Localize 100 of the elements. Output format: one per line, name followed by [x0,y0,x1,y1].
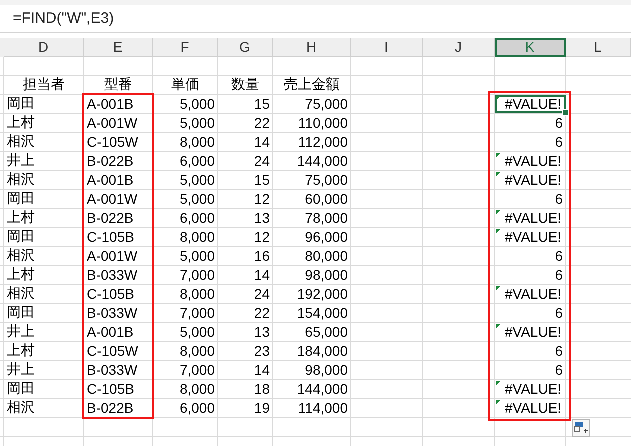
error-indicator-icon[interactable] [496,286,501,291]
table-cell-text: C-105B [86,228,136,246]
table-cell-text: 岡田 [6,95,36,113]
table-cell-text: 75,000 [304,171,349,189]
table-cell-text: 14 [253,266,271,284]
table-cell[interactable]: 6 [495,190,566,208]
table-cell-text: 60,000 [304,190,349,208]
table-cell-text: 8,000 [178,285,216,303]
table-cell-text: 23 [253,342,271,360]
table-cell[interactable]: #VALUE! [495,171,566,189]
table-cell[interactable]: 6 [495,304,566,322]
table-cell-text: 7,000 [178,266,216,284]
table-cell-text: 8,000 [178,228,216,246]
table-cell-text: 15 [253,95,271,113]
table-cell[interactable]: 6 [495,247,566,265]
table-cell-text: 6,000 [178,399,216,417]
table-cell-text: 14 [253,133,271,151]
formula-text[interactable]: =FIND("W",E3) [13,10,114,27]
table-cell[interactable]: #VALUE! [495,152,566,170]
error-indicator-icon[interactable] [496,229,501,234]
table-cell-text: 16 [253,247,271,265]
table-cell-text: A-001W [86,247,139,265]
table-cell-text: 192,000 [296,285,349,303]
table-cell-text: 5,000 [178,171,216,189]
column-header[interactable]: J [423,38,495,57]
table-cell-text: 8,000 [178,380,216,398]
error-indicator-icon[interactable] [496,381,501,386]
column-header[interactable]: D [4,38,84,57]
table-cell-text: 110,000 [297,114,349,132]
table-cell-text: 7,000 [178,304,216,322]
table-cell[interactable]: #VALUE! [495,209,566,227]
table-header-cell-text: 数量 [230,76,260,94]
column-header[interactable]: I [351,38,423,57]
table-cell-text: 22 [253,304,271,322]
table-cell[interactable]: 6 [495,114,566,132]
table-cell-text: 184,000 [296,342,349,360]
table-cell-text: 6,000 [178,152,216,170]
table-cell-text: 相沢 [6,247,36,265]
fill-handle[interactable] [562,109,569,116]
error-indicator-icon[interactable] [496,210,501,215]
table-cell-text: 5,000 [178,323,216,341]
table-cell[interactable]: #VALUE! [495,228,566,246]
table-cell-text: 相沢 [6,399,36,417]
table-cell-text: A-001B [86,95,135,113]
table-cell-text: 144,000 [296,380,349,398]
table-header-cell-text: 型番 [104,76,134,94]
table-cell-text: 24 [253,152,271,170]
column-header[interactable]: L [566,38,631,57]
table-cell-text: 相沢 [6,171,36,189]
table-cell[interactable]: #VALUE! [495,399,566,417]
table-cell-text: A-001W [86,190,139,208]
table-cell[interactable]: 6 [495,342,566,360]
table-cell-text: 上村 [6,114,36,132]
table-cell-text: 65,000 [304,323,349,341]
table-cell-text: 24 [253,285,271,303]
paste-options-icon[interactable] [572,419,590,437]
column-header[interactable]: E [84,38,153,57]
table-cell[interactable]: #VALUE! [495,95,566,113]
table-cell-text: B-033W [86,266,139,284]
column-header[interactable]: G [218,38,273,57]
error-indicator-icon[interactable] [496,172,501,177]
table-header-cell-text: 担当者 [22,76,66,94]
table-cell-text: B-022B [86,209,135,227]
table-cell-text: C-105W [86,133,140,151]
table-cell-text: 154,000 [296,304,349,322]
column-header[interactable]: H [273,38,351,57]
column-header[interactable]: F [153,38,218,57]
table-cell-text: 相沢 [6,133,36,151]
table-cell-text: 19 [253,399,271,417]
table-cell-text: 井上 [6,152,36,170]
table-cell[interactable]: 6 [495,361,566,379]
table-cell[interactable]: #VALUE! [495,380,566,398]
table-cell-text: 98,000 [304,266,349,284]
table-cell-text: 5,000 [178,190,216,208]
table-cell-text: 13 [253,323,271,341]
table-cell-text: 井上 [6,323,36,341]
table-cell-text: B-022B [86,399,135,417]
table-cell[interactable]: 6 [495,133,566,151]
table-cell-text: C-105B [86,285,136,303]
table-cell[interactable]: #VALUE! [495,323,566,341]
table-cell-text: 144,000 [296,152,349,170]
table-cell-text: C-105B [86,380,136,398]
error-indicator-icon[interactable] [496,324,501,329]
table-cell-text: 5,000 [178,247,216,265]
error-indicator-icon[interactable] [496,153,501,158]
table-cell[interactable]: 6 [495,266,566,284]
column-header[interactable]: K [495,38,566,57]
table-cell[interactable]: #VALUE! [495,285,566,303]
table-cell-text: 岡田 [6,228,36,246]
table-cell-text: 80,000 [304,247,349,265]
table-cell-text: 75,000 [304,95,349,113]
error-indicator-icon[interactable] [496,400,501,405]
table-cell-text: 14 [253,361,271,379]
error-indicator-icon[interactable] [496,96,501,101]
table-cell-text: 12 [253,190,271,208]
table-cell-text: 6,000 [178,209,216,227]
table-cell-text: C-105W [86,342,140,360]
table-cell-text: 114,000 [297,399,349,417]
table-cell-text: 上村 [6,266,36,284]
table-cell-text: 岡田 [6,190,36,208]
